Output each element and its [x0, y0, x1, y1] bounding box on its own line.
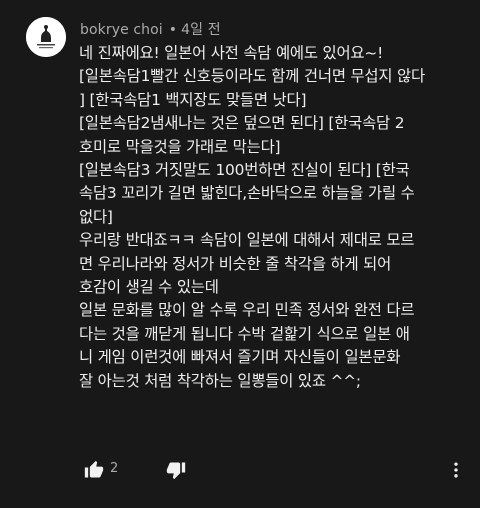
comment-line: 속담3 꼬리가 길면 밟힌다,손바닥으로 하늘을 가릴 수 — [79, 184, 415, 203]
comment-line: 없다] — [79, 207, 113, 226]
comment-line: [일본속담1빨간 신호등이라도 함께 건너면 무섭지 않다 — [79, 67, 425, 86]
comment-line: 면 우리나라와 정서가 비슷한 줄 착각을 하게 되어 — [79, 254, 392, 273]
comment-actions: 2 — [80, 456, 460, 484]
comment-line: 네 진짜에요! 일본어 사전 속담 예에도 있어요~! — [79, 44, 384, 62]
author-avatar[interactable] — [26, 17, 66, 57]
comment-line: 호미로 막을것을 가래로 막는다] — [79, 137, 281, 156]
more-vertical-icon — [454, 462, 458, 478]
thumbs-up-icon — [84, 460, 104, 478]
comment-timestamp[interactable]: 4일 전 — [181, 22, 221, 38]
comment-line: 호감이 생길 수 있는데 — [79, 278, 219, 297]
comment-thread: bokrye choi • 4일 전 네 진짜에요! 일본어 사전 속담 예에도 있… — [0, 0, 480, 508]
dislike-button[interactable] — [162, 456, 190, 484]
thumbs-down-icon — [166, 462, 186, 480]
comment-line: 다는 것을 깨닫게 됩니다 수박 겉핥기 식으로 일본 애 — [79, 324, 410, 343]
comment-line: [일본속담2냄새나는 것은 덮으면 된다] [한국속담 2 — [79, 114, 405, 133]
comment-line: [일본속담3 거짓말도 100번하면 진실이 된다] [한국 — [79, 161, 410, 180]
like-button[interactable] — [80, 456, 108, 484]
comment-line: ] [한국속담1 백지장도 맞들면 낫다] — [79, 90, 307, 109]
comment-line: 잘 아는것 처럼 착각하는 일뽕들이 있죠 ^^; — [79, 371, 361, 390]
comment-meta: bokrye choi • 4일 전 — [80, 19, 221, 39]
more-options-button[interactable] — [442, 456, 470, 484]
comment-line: 일본 문화를 많이 알 수록 우리 민족 정서와 완전 다르 — [79, 301, 415, 320]
comment-text: 네 진짜에요! 일본어 사전 속담 예에도 있어요~! [일본속담1빨간 신호등… — [79, 42, 475, 393]
avatar-logo-icon — [26, 17, 66, 57]
author-name[interactable]: bokrye choi — [80, 22, 163, 38]
comment-line: 우리랑 반대죠ㅋㅋ 속담이 일본에 대해서 제대로 모르 — [79, 231, 415, 250]
comment-line: 니 게임 이런것에 빠져서 즐기며 자신들이 일본문화 — [79, 348, 401, 367]
meta-separator: • — [168, 22, 178, 38]
like-count: 2 — [110, 461, 119, 476]
